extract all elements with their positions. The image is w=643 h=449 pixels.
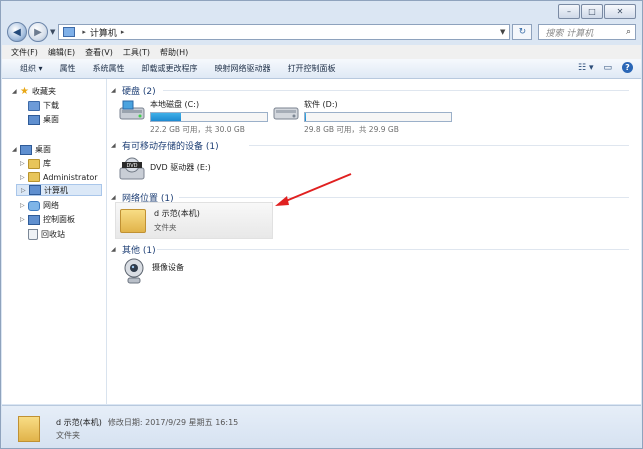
collapse-icon[interactable]: ◢ [12, 146, 20, 153]
forward-button[interactable]: ▶ [28, 22, 48, 42]
explorer-window: – □ ✕ ◀ ▶ ▼ ▸ 计算机 ▸ ▼ ↻ 搜索 计算机 ⌕ 文件(F) 编… [0, 0, 643, 449]
expand-icon[interactable]: ▷ [20, 202, 28, 209]
details-line: d 示范(本机) 修改日期: 2017/9/29 星期五 16:15 [56, 417, 238, 428]
menu-view[interactable]: 查看(V) [85, 47, 113, 58]
menu-bar: 文件(F) 编辑(E) 查看(V) 工具(T) 帮助(H) [2, 45, 641, 59]
library-icon [28, 158, 40, 169]
caption-buttons: – □ ✕ [558, 4, 636, 19]
menu-edit[interactable]: 编辑(E) [48, 47, 75, 58]
search-icon[interactable]: ⌕ [626, 27, 631, 37]
details-type: 文件夹 [56, 431, 80, 440]
nav-desktop[interactable]: ◢ 桌面 [12, 144, 51, 155]
properties-button[interactable]: 属性 [60, 63, 76, 74]
details-name: d 示范(本机) [56, 418, 102, 427]
command-bar: 组织 ▾ 属性 系统属性 卸载或更改程序 映射网络驱动器 打开控制面板 ☷ ▾ … [2, 59, 641, 79]
desktop-icon [20, 144, 32, 155]
computer-icon [63, 27, 76, 37]
details-pane: d 示范(本机) 修改日期: 2017/9/29 星期五 16:15 文件夹 [2, 405, 641, 448]
refresh-button[interactable]: ↻ [512, 24, 533, 40]
map-network-drive-button[interactable]: 映射网络驱动器 [215, 63, 271, 74]
nav-computer[interactable]: ▷ 计算机 [16, 184, 102, 196]
details-modified: 修改日期: 2017/9/29 星期五 16:15 [107, 418, 239, 427]
navigation-pane: ◢ ★ 收藏夹 下载 桌面 ◢ 桌面 ▷ 库 ▷ Administrator ▷… [2, 79, 107, 404]
change-view-icon[interactable]: ☷ ▾ [578, 63, 593, 73]
search-input[interactable]: 搜索 计算机 ⌕ [538, 24, 636, 40]
address-dropdown-icon[interactable]: ▼ [500, 28, 505, 36]
desktop-icon [28, 114, 40, 125]
collapse-icon[interactable]: ◢ [12, 88, 20, 95]
expand-icon[interactable]: ▷ [20, 160, 28, 167]
maximize-button[interactable]: □ [581, 4, 603, 19]
annotation-arrow [275, 173, 352, 206]
star-icon: ★ [20, 86, 29, 97]
breadcrumb-separator-icon[interactable]: ▸ [82, 28, 86, 36]
nav-recycle-bin[interactable]: 回收站 [28, 229, 65, 240]
help-icon[interactable]: ? [622, 62, 633, 73]
uninstall-program-button[interactable]: 卸载或更改程序 [142, 63, 198, 74]
nav-administrator[interactable]: ▷ Administrator [20, 172, 98, 182]
expand-icon[interactable]: ▷ [21, 187, 29, 194]
open-control-panel-button[interactable]: 打开控制面板 [288, 63, 336, 74]
breadcrumb-computer[interactable]: 计算机 [90, 26, 117, 39]
breadcrumb-separator-icon[interactable]: ▸ [121, 28, 125, 36]
nav-downloads[interactable]: 下载 [28, 100, 59, 111]
group-other[interactable]: ◢ 其他 (1) [111, 243, 156, 256]
nav-network[interactable]: ▷ 网络 [20, 200, 59, 211]
search-placeholder: 搜索 计算机 [545, 28, 594, 39]
user-folder-icon [28, 172, 40, 182]
webcam-graphic [124, 258, 144, 284]
recent-pages-dropdown-icon[interactable]: ▼ [50, 28, 55, 36]
organize-button[interactable]: 组织 ▾ [20, 63, 43, 74]
expand-icon[interactable]: ▷ [20, 174, 28, 181]
view-controls: ☷ ▾ ▭ ? [578, 62, 633, 73]
menu-help[interactable]: 帮助(H) [160, 47, 188, 58]
nav-desktop-favorite[interactable]: 桌面 [28, 114, 59, 125]
annotation-arrow-head [275, 196, 289, 206]
minimize-button[interactable]: – [558, 4, 580, 19]
control-panel-icon [28, 214, 40, 225]
webcam-icon [123, 257, 144, 284]
nav-library[interactable]: ▷ 库 [20, 158, 51, 169]
computer-icon [29, 185, 41, 195]
system-properties-button[interactable]: 系统属性 [93, 63, 125, 74]
nav-favorites[interactable]: ◢ ★ 收藏夹 [12, 86, 56, 97]
annotation-arrow-line [280, 173, 352, 204]
expand-icon[interactable]: ▷ [20, 216, 28, 223]
content-pane: ◢ 硬盘 (2) 本地磁盘 (C:) 22.2 GB 可用，共 30.0 GB … [107, 79, 641, 404]
camera-device-name: 摄像设备 [152, 262, 184, 272]
download-folder-icon [28, 100, 40, 111]
menu-file[interactable]: 文件(F) [11, 47, 38, 58]
address-bar[interactable]: ▸ 计算机 ▸ ▼ [58, 24, 511, 40]
group-divider [157, 249, 629, 250]
network-icon [28, 200, 40, 211]
folder-icon [18, 416, 40, 442]
network-location-type: 文件夹 [154, 223, 177, 232]
preview-pane-icon[interactable]: ▭ [603, 63, 612, 73]
nav-control-panel[interactable]: ▷ 控制面板 [20, 214, 75, 225]
address-row: ◀ ▶ ▼ ▸ 计算机 ▸ ▼ ↻ 搜索 计算机 ⌕ [7, 21, 636, 43]
back-button[interactable]: ◀ [7, 22, 27, 42]
recycle-bin-icon [28, 229, 38, 240]
close-button[interactable]: ✕ [604, 4, 636, 19]
collapse-icon[interactable]: ◢ [111, 246, 119, 253]
camera-device[interactable]: 摄像设备 [123, 257, 184, 284]
menu-tools[interactable]: 工具(T) [123, 47, 150, 58]
